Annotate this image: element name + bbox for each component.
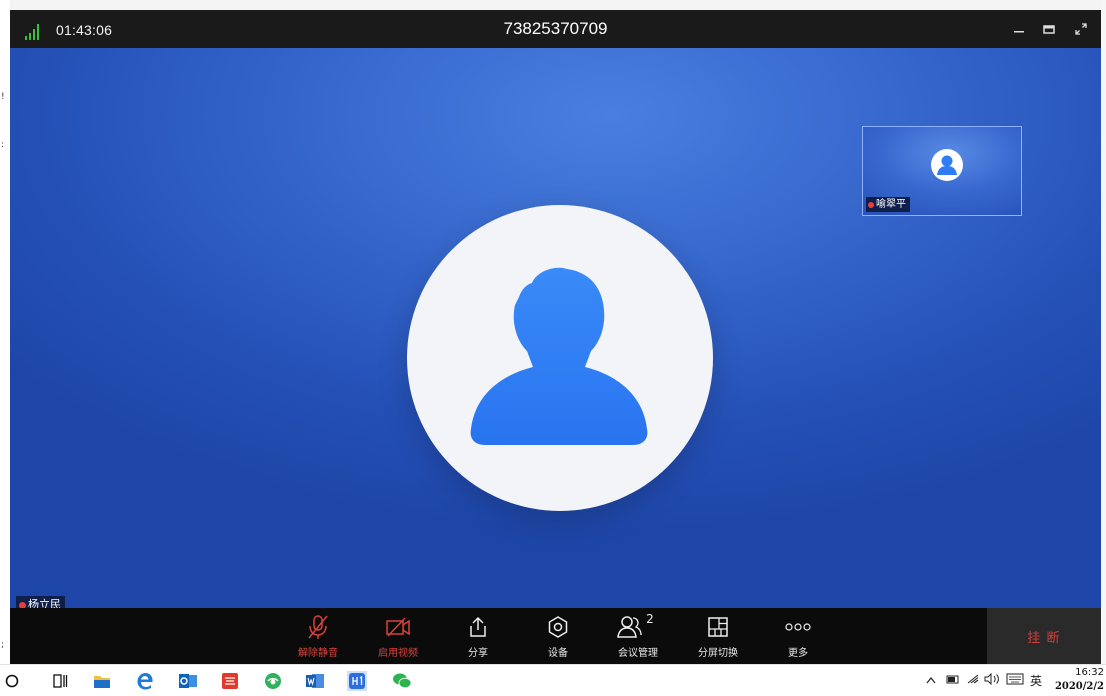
elapsed-time: 01:43:06 xyxy=(56,22,113,38)
meeting-management-label: 会议管理 xyxy=(618,648,658,659)
battery-tray[interactable] xyxy=(946,673,960,687)
device-settings-label: 设备 xyxy=(548,648,568,659)
red-app-icon xyxy=(222,673,238,689)
clock-time: 16:32 xyxy=(1075,667,1104,678)
desktop-right-edge xyxy=(1101,0,1106,664)
share-label: 分享 xyxy=(468,648,488,659)
folder-icon xyxy=(94,676,110,688)
meeting-management-button[interactable]: 2 会议管理 xyxy=(603,612,673,662)
speaker-icon xyxy=(984,672,999,686)
participant-count-badge: 2 xyxy=(646,612,654,626)
participant-thumbnail[interactable]: 喻翠平 xyxy=(862,126,1022,216)
desktop-left-edge: ! : ; xyxy=(0,0,10,664)
search-circle-icon xyxy=(5,674,19,688)
share-button[interactable]: 分享 xyxy=(443,612,513,662)
browser-green-button[interactable] xyxy=(263,671,283,691)
network-tray[interactable] xyxy=(966,673,980,688)
thumbnail-name-tag: 喻翠平 xyxy=(866,197,910,212)
more-button[interactable]: 更多 xyxy=(763,612,833,662)
share-icon xyxy=(470,616,486,637)
thumbnail-avatar xyxy=(931,149,963,181)
layout-switch-label: 分屏切换 xyxy=(698,648,738,659)
fullscreen-icon xyxy=(1075,23,1087,35)
main-speaker-name-tag: 杨立民 xyxy=(16,596,65,608)
meeting-window: 01:43:06 73825370709 喻翠平 杨立民 解除静音 启用视频 分… xyxy=(10,10,1101,664)
task-view-icon xyxy=(53,674,68,688)
title-bar: 01:43:06 73825370709 xyxy=(10,10,1101,48)
taskbar-clock[interactable]: 16:32 2020/2/2 xyxy=(1055,666,1104,694)
hang-up-label: 挂 断 xyxy=(1027,630,1061,646)
red-app-button[interactable] xyxy=(220,671,240,691)
word-icon xyxy=(306,674,324,688)
user-silhouette-icon xyxy=(470,267,648,445)
start-video-label: 启用视频 xyxy=(378,648,418,659)
more-label: 更多 xyxy=(788,648,808,659)
file-explorer-button[interactable] xyxy=(92,671,112,691)
minimize-button[interactable] xyxy=(1004,10,1034,48)
more-icon xyxy=(785,623,811,631)
clock-date: 2020/2/2 xyxy=(1054,681,1104,692)
hang-up-button[interactable]: 挂 断 xyxy=(987,608,1101,664)
layout-switch-button[interactable]: 分屏切换 xyxy=(683,612,753,662)
mic-off-icon xyxy=(308,615,328,639)
outlook-button[interactable] xyxy=(178,671,198,691)
fullscreen-button[interactable] xyxy=(1066,10,1096,48)
word-button[interactable] xyxy=(305,671,325,691)
edge-icon xyxy=(137,673,153,690)
settings-icon xyxy=(548,616,568,638)
windows-taskbar: 英 16:32 2020/2/2 xyxy=(0,664,1106,696)
globe-green-icon xyxy=(265,673,281,689)
meeting-app-icon xyxy=(349,673,365,689)
main-video-stage[interactable]: 喻翠平 杨立民 xyxy=(10,48,1101,608)
show-hidden-icons[interactable] xyxy=(926,673,936,687)
meeting-id: 73825370709 xyxy=(503,19,608,38)
keyboard-tray[interactable] xyxy=(1006,673,1024,688)
maximize-button[interactable] xyxy=(1034,10,1064,48)
video-off-icon xyxy=(386,617,410,637)
wechat-icon xyxy=(393,673,412,689)
search-button[interactable] xyxy=(2,671,22,691)
meeting-toolbar: 解除静音 启用视频 分享 设备 2 会议管理 分屏切换 更多 挂 断 xyxy=(10,608,1101,664)
layout-icon xyxy=(708,617,728,637)
wifi-icon xyxy=(967,674,979,684)
battery-icon xyxy=(946,675,959,684)
device-settings-button[interactable]: 设备 xyxy=(523,612,593,662)
signal-strength-icon xyxy=(25,24,39,40)
main-speaker-avatar xyxy=(407,205,713,511)
keyboard-icon xyxy=(1006,673,1024,685)
main-speaker-name: 杨立民 xyxy=(28,598,61,608)
outlook-icon xyxy=(179,674,197,688)
volume-tray[interactable] xyxy=(984,672,1000,688)
screen: ! : ; 01:43:06 73825370709 喻翠平 杨立民 解除静音 … xyxy=(0,0,1106,696)
start-video-button[interactable]: 启用视频 xyxy=(363,612,433,662)
task-view-button[interactable] xyxy=(50,671,70,691)
meeting-app-button[interactable] xyxy=(347,671,367,691)
thumbnail-user-icon xyxy=(937,155,957,175)
muted-mic-icon xyxy=(868,201,874,208)
thumbnail-participant-name: 喻翠平 xyxy=(876,199,906,210)
unmute-label: 解除静音 xyxy=(298,648,338,659)
edge-browser-button[interactable] xyxy=(135,671,155,691)
unmute-button[interactable]: 解除静音 xyxy=(283,612,353,662)
minimize-icon xyxy=(1014,31,1024,33)
wechat-button[interactable] xyxy=(392,671,412,691)
chevron-up-icon xyxy=(926,677,936,684)
maximize-icon xyxy=(1043,25,1055,34)
ime-indicator[interactable]: 英 xyxy=(1030,672,1042,689)
